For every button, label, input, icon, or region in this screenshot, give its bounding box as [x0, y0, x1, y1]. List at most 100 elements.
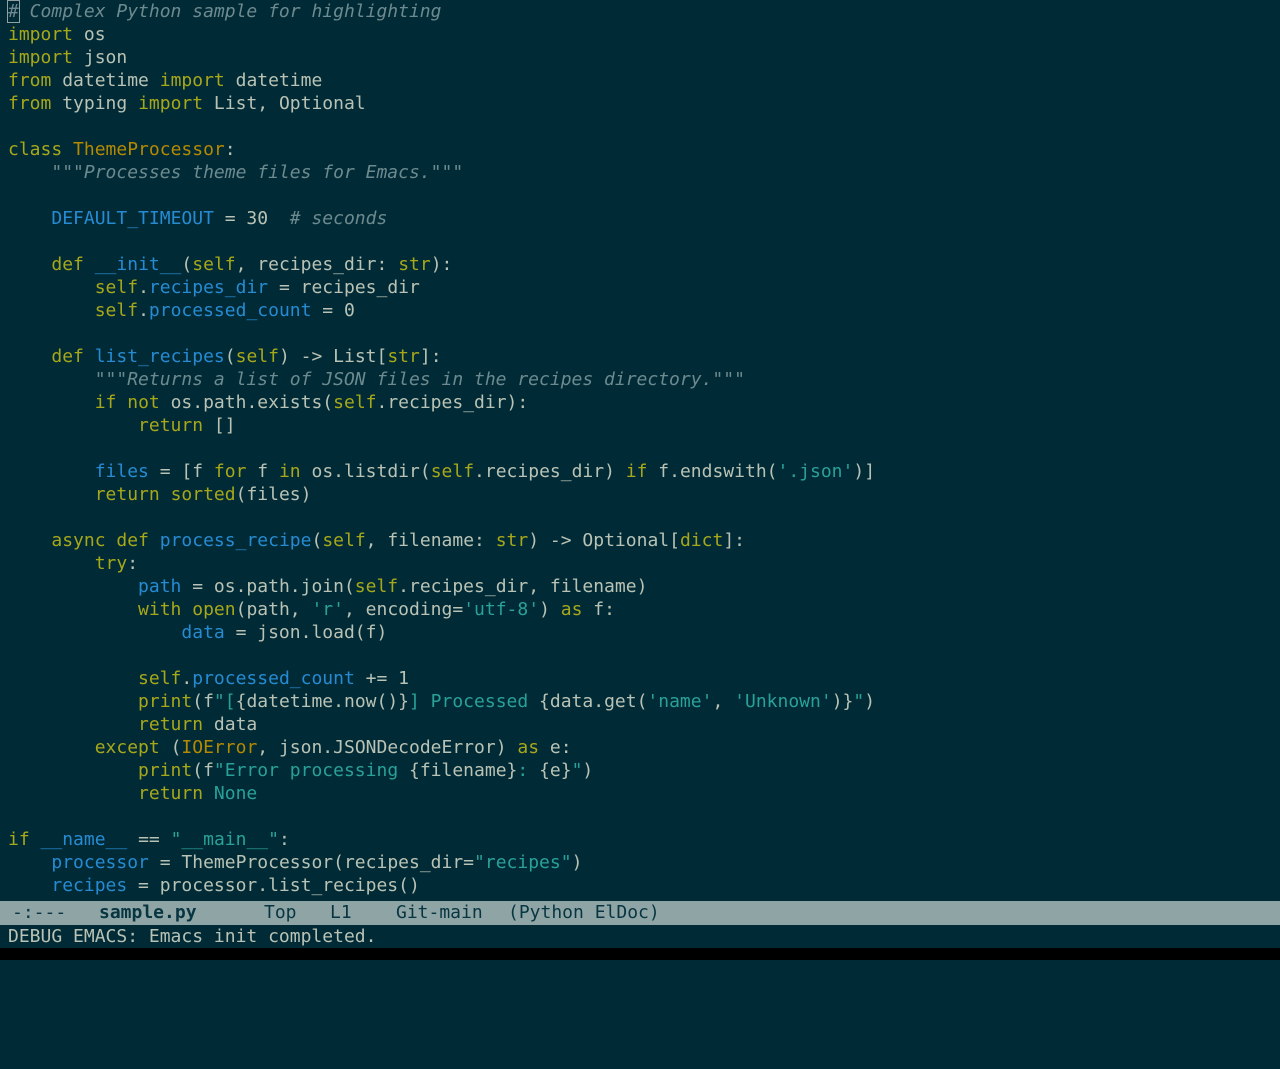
- code-line[interactable]: def list_recipes(self) -> List[str]:: [8, 345, 442, 368]
- code-token-str: '.json': [777, 461, 854, 482]
- code-line[interactable]: with open(path, 'r', encoding='utf-8') a…: [8, 598, 615, 621]
- code-line[interactable]: async def process_recipe(self, filename:…: [8, 529, 745, 552]
- code-token-kw: self: [192, 254, 236, 275]
- code-line[interactable]: class ThemeProcessor:: [8, 138, 236, 161]
- code-line[interactable]: """Returns a list of JSON files in the r…: [8, 368, 745, 391]
- code-line[interactable]: print(f"[{datetime.now()}] Processed {da…: [8, 690, 875, 713]
- modeline-buffer-name[interactable]: sample.py: [99, 901, 197, 925]
- code-token-var: processed_count: [148, 300, 312, 321]
- code-line[interactable]: def __init__(self, recipes_dir: str):: [8, 253, 452, 276]
- modeline-major-mode[interactable]: (Python ElDoc): [508, 901, 660, 925]
- code-token-kw: as: [517, 737, 540, 758]
- code-token-doc: """Processes theme files for Emacs.""": [51, 162, 464, 183]
- code-line[interactable]: from datetime import datetime: [8, 69, 322, 92]
- code-line[interactable]: import json: [8, 46, 127, 69]
- modeline-status: -:---: [12, 902, 67, 923]
- code-line[interactable]: return []: [8, 414, 236, 437]
- code-token-plain: , json.JSONDecodeError): [257, 737, 518, 758]
- code-line[interactable]: if __name__ == "__main__":: [8, 828, 290, 851]
- code-line[interactable]: path = os.path.join(self.recipes_dir, fi…: [8, 575, 647, 598]
- code-line[interactable]: DEFAULT_TIMEOUT = 30 # seconds: [8, 207, 387, 230]
- code-line[interactable]: from typing import List, Optional: [8, 92, 366, 115]
- code-token-plain: ) -> List[: [278, 346, 388, 367]
- code-token-comment: # Complex Python sample for highlighting: [7, 0, 442, 23]
- code-token-plain: (path,: [235, 599, 312, 620]
- code-token-kw: if: [625, 461, 648, 482]
- code-token-plain: ): [864, 691, 876, 712]
- code-token-var: recipes_dir: [148, 277, 269, 298]
- code-token-plain: )]: [853, 461, 876, 482]
- code-line[interactable]: except (IOError, json.JSONDecodeError) a…: [8, 736, 572, 759]
- code-line[interactable]: print(f"Error processing {filename}: {e}…: [8, 759, 593, 782]
- code-line[interactable]: """Processes theme files for Emacs.""": [8, 161, 463, 184]
- editor-buffer[interactable]: # Complex Python sample for highlighting…: [0, 0, 1280, 900]
- code-token-plain: = [f: [148, 461, 214, 482]
- code-line[interactable]: try:: [8, 552, 138, 575]
- code-token-plain: ]:: [419, 346, 442, 367]
- code-token-kw: return: [94, 484, 160, 505]
- code-token-plain: {e}: [539, 760, 572, 781]
- modeline-vc-branch[interactable]: Git-main: [396, 901, 483, 925]
- code-token-plain: (: [311, 530, 323, 551]
- modeline-position: Top: [264, 902, 297, 923]
- bottom-border: [0, 948, 1280, 960]
- code-token-kw: from: [8, 70, 52, 91]
- code-line[interactable]: files = [f for f in os.listdir(self.reci…: [8, 460, 875, 483]
- code-token-plain: ]:: [723, 530, 745, 551]
- code-token-str: 'Unknown': [734, 691, 832, 712]
- code-token-kw: self: [430, 461, 475, 482]
- code-token-plain: :: [278, 829, 290, 850]
- code-token-kw: open: [192, 599, 236, 620]
- code-line[interactable]: return None: [8, 782, 257, 805]
- code-token-str: :: [517, 760, 540, 781]
- code-line[interactable]: return data: [8, 713, 257, 736]
- code-token-var: processor: [51, 852, 149, 873]
- code-token-kw: str: [398, 254, 431, 275]
- code-token-plain: = processor.list_recipes(): [127, 875, 420, 896]
- code-token-kw: self: [94, 277, 139, 298]
- code-token-kw: self: [94, 300, 139, 321]
- code-token-plain: (: [159, 737, 182, 758]
- code-token-plain: = recipes_dir: [268, 277, 420, 298]
- code-token-plain: (files): [235, 484, 312, 505]
- code-token-plain: .recipes_dir, filename): [398, 576, 648, 597]
- code-line[interactable]: recipes = processor.list_recipes(): [8, 874, 420, 897]
- code-token-plain: )}: [831, 691, 854, 712]
- code-line[interactable]: data = json.load(f): [8, 621, 387, 644]
- code-token-kw: def: [116, 530, 149, 551]
- code-token-kw: str: [387, 346, 420, 367]
- code-token-plain: f:: [582, 599, 615, 620]
- code-token-plain: .: [138, 277, 149, 298]
- code-line[interactable]: processor = ThemeProcessor(recipes_dir="…: [8, 851, 582, 874]
- code-token-plain: (f: [192, 760, 214, 781]
- code-token-kw: return: [138, 415, 204, 436]
- code-token-kw: def: [51, 254, 84, 275]
- code-line[interactable]: self.recipes_dir = recipes_dir: [8, 276, 420, 299]
- code-token-plain: f: [246, 461, 279, 482]
- code-line[interactable]: return sorted(files): [8, 483, 312, 506]
- code-token-plain: List, Optional: [203, 93, 366, 114]
- code-token-plain: typing: [51, 93, 139, 114]
- code-token-kw: self: [235, 346, 279, 367]
- code-line[interactable]: # Complex Python sample for highlighting: [7, 0, 442, 23]
- code-line[interactable]: import os: [8, 23, 106, 46]
- code-token-kw: import: [8, 24, 74, 45]
- code-token-kw: dict: [679, 530, 724, 551]
- code-token-str: "Error processing: [213, 760, 409, 781]
- code-line[interactable]: self.processed_count += 1: [8, 667, 409, 690]
- code-token-kw: sorted: [170, 484, 236, 505]
- code-line[interactable]: self.processed_count = 0: [8, 299, 355, 322]
- code-line[interactable]: if not os.path.exists(self.recipes_dir):: [8, 391, 529, 414]
- code-token-str: 'name': [647, 691, 713, 712]
- code-token-kw: self: [333, 392, 377, 413]
- code-token-plain: os: [73, 24, 106, 45]
- code-token-plain: ) -> Optional[: [528, 530, 680, 551]
